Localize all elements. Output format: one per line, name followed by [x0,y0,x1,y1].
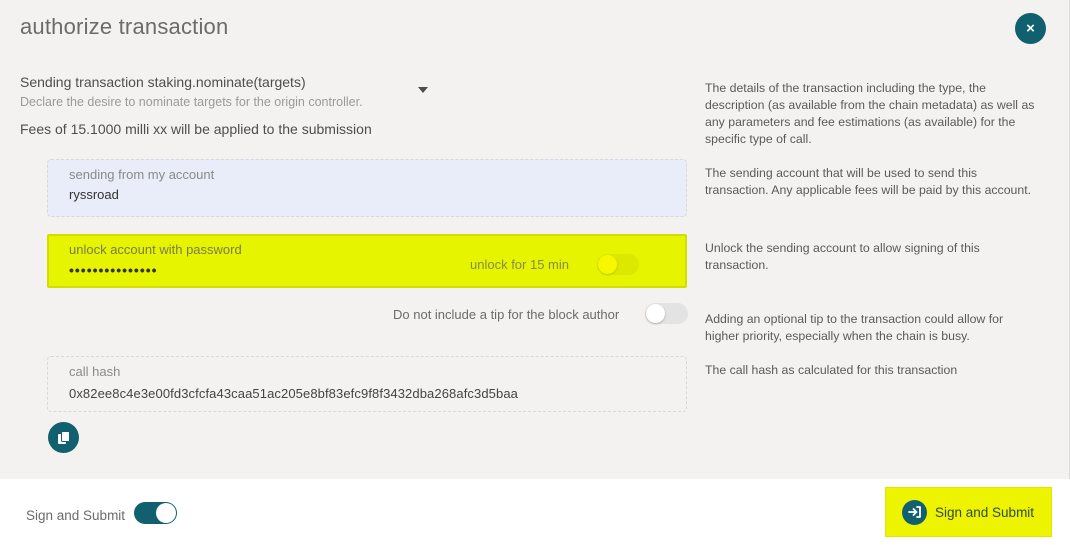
close-button[interactable]: × [1015,13,1046,44]
sending-account-field[interactable]: sending from my account ryssroad [47,159,687,217]
call-hash-label: call hash [69,364,121,379]
help-tip: Adding an optional tip to the transactio… [705,312,1004,343]
transaction-title: Sending transaction staking.nominate(tar… [20,74,306,90]
toggle-knob [156,503,176,523]
sending-account-label: sending from my account [69,167,215,182]
sign-and-submit-button[interactable]: Sign and Submit [885,487,1052,537]
help-unlock: Unlock the sending account to allow sign… [705,241,980,272]
unlock-duration-toggle[interactable] [597,254,639,275]
sending-account-value: ryssroad [69,187,119,202]
sign-submit-toggle-label: Sign and Submit [26,508,126,523]
transaction-description: Declare the desire to nominate targets f… [20,95,363,109]
call-hash-value: 0x82ee8c4e3e00fd3cfcfa43caa51ac205e8bf83… [69,386,518,401]
password-label: unlock account with password [69,242,242,257]
password-input[interactable]: ••••••••••••••• [69,262,158,278]
fees-text: Fees of 15.1000 milli xx will be applied… [20,121,372,137]
help-hash: The call hash as calculated for this tra… [705,363,958,377]
help-account: The sending account that will be used to… [705,166,1032,197]
help-details: The details of the transaction including… [705,81,1035,146]
modal-footer: Sign and Submit Sign and Submit [0,479,1070,545]
tip-toggle-label: Do not include a tip for the block autho… [393,307,620,322]
sign-submit-toggle[interactable] [134,502,177,524]
unlock-password-field[interactable]: unlock account with password •••••••••••… [47,234,687,288]
unlock-duration-label: unlock for 15 min [470,257,569,272]
call-hash-field: call hash 0x82ee8c4e3e00fd3cfcfa43caa51a… [47,356,687,412]
close-icon: × [1026,20,1035,37]
caret-down-icon[interactable] [418,87,428,93]
authorize-transaction-modal: authorize transaction × Sending transact… [0,0,1070,545]
tip-toggle[interactable] [645,303,688,324]
toggle-knob [598,255,617,274]
copy-icon [57,430,70,444]
modal-title: authorize transaction [20,14,229,39]
copy-button[interactable] [48,422,79,453]
sign-in-icon [902,499,927,525]
toggle-knob [646,304,665,323]
sign-and-submit-label: Sign and Submit [935,504,1035,520]
